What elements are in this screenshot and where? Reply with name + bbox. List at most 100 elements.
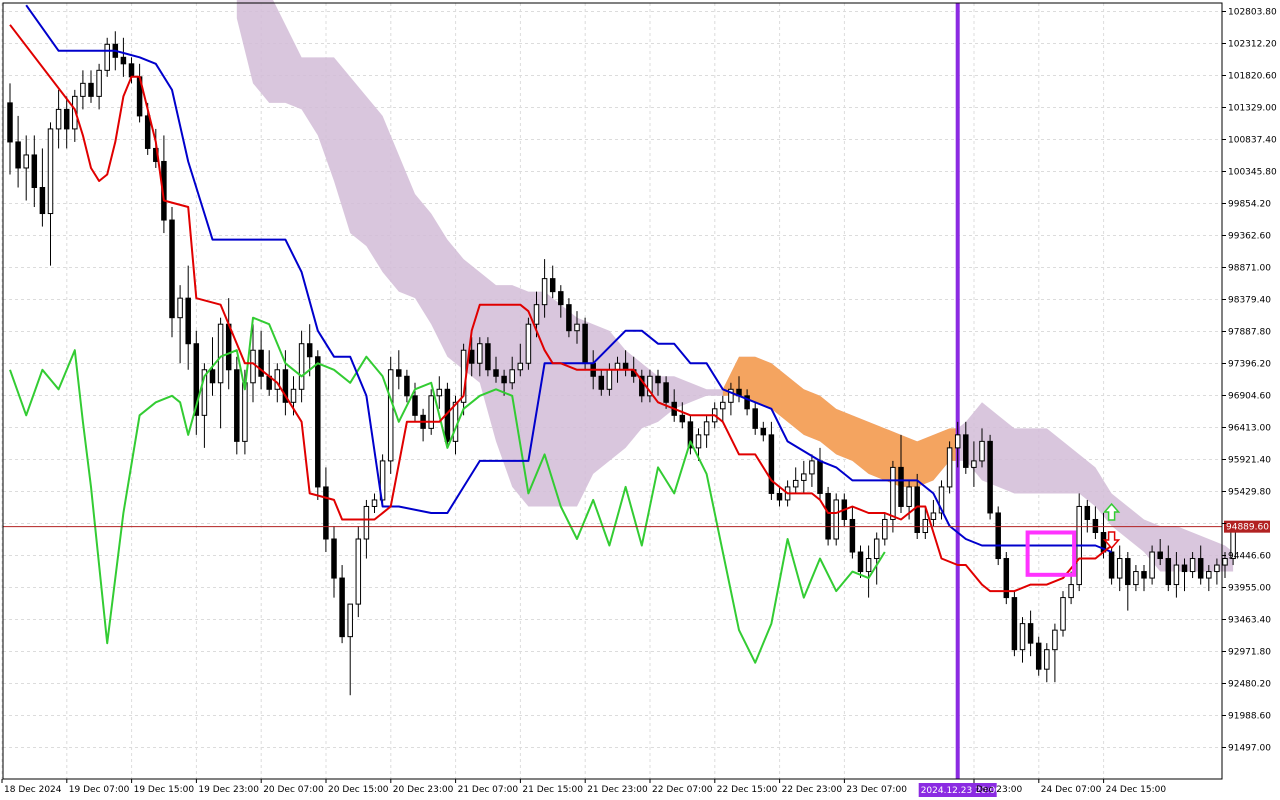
y-tick-label: 94446.60 (1228, 552, 1271, 562)
y-tick-label: 93955.00 (1228, 584, 1271, 594)
candle-body (1052, 629, 1058, 651)
current-price-label: 94889.60 (1226, 523, 1269, 533)
y-tick-label: 100837.40 (1228, 136, 1277, 146)
candle (428, 389, 434, 435)
candle (930, 499, 937, 526)
candle-body (857, 551, 864, 573)
candle-body (128, 63, 135, 78)
candle-body (1181, 564, 1188, 573)
candle-body (104, 43, 110, 71)
candle-body (1011, 597, 1018, 651)
candle-body (1133, 571, 1139, 586)
candle-body (898, 466, 904, 507)
candle-body (15, 141, 21, 169)
candle (760, 421, 767, 442)
candle-body (995, 512, 1001, 560)
candle (7, 83, 13, 175)
y-tick-label: 97396.20 (1228, 360, 1271, 370)
candle-body (120, 56, 127, 65)
candle (703, 415, 710, 448)
y-tick-label: 99854.20 (1228, 200, 1271, 210)
x-tick-label: 19 Dec 15:00 (134, 785, 195, 795)
candle-body (695, 434, 702, 449)
candle-body (1206, 571, 1212, 579)
candle-body (703, 421, 710, 436)
y-tick-label: 98379.40 (1228, 296, 1271, 306)
candle (801, 460, 807, 494)
candle-body (363, 505, 370, 540)
x-tick-label: 18 Dec 2024 (4, 785, 62, 795)
y-tick-label: 95921.40 (1228, 456, 1271, 466)
candle (339, 565, 345, 644)
candle-body (1141, 571, 1147, 579)
candle (47, 122, 54, 266)
candle-body (258, 349, 264, 377)
candle-body (387, 369, 394, 462)
candle (193, 330, 200, 435)
candle-body (663, 382, 669, 403)
candle-body (1214, 564, 1220, 573)
candle-body (347, 603, 353, 638)
candle (995, 506, 1001, 566)
candle (825, 486, 831, 546)
candle-body (849, 518, 856, 553)
candle (849, 506, 856, 559)
candle-body (979, 440, 985, 462)
candle-body (963, 434, 969, 468)
candle (873, 532, 880, 585)
candle-body (7, 102, 13, 143)
candle-body (185, 297, 191, 345)
candle-body (954, 434, 961, 449)
y-tick-label: 102803.80 (1228, 8, 1277, 18)
candle (865, 545, 872, 598)
candle-body (250, 349, 256, 384)
candle-body (169, 219, 175, 319)
candle (23, 135, 29, 201)
kumo-cloud (236, 0, 1234, 572)
candle-body (55, 108, 62, 130)
y-tick-label: 102312.20 (1228, 40, 1277, 50)
candle-body (355, 538, 362, 605)
candle (582, 317, 588, 370)
candle-body (96, 69, 102, 97)
candle-body (1173, 564, 1180, 586)
candle-body (582, 323, 588, 364)
candle (882, 512, 888, 546)
candle-body (768, 434, 775, 494)
candle-body (825, 492, 831, 540)
candle-body (501, 375, 507, 384)
candle-body (436, 388, 443, 397)
candle-body (1165, 558, 1172, 586)
candle-body (930, 512, 937, 520)
candle (720, 395, 726, 422)
candle (1076, 493, 1082, 592)
candle-body (1116, 558, 1123, 579)
arrow-down-icon (1102, 531, 1121, 550)
x-tick-label: 22 Dec 07:00 (652, 785, 713, 795)
candle (31, 135, 38, 208)
candle-body (1222, 558, 1228, 566)
candle-body (331, 538, 337, 579)
candle (404, 369, 410, 403)
candle-body (1197, 558, 1204, 579)
candle-body (371, 499, 378, 507)
highlight-box (1025, 530, 1077, 577)
candle (266, 350, 272, 396)
candle-body (31, 154, 38, 189)
candle-body (1044, 649, 1050, 670)
candle (792, 467, 799, 494)
y-tick-label: 92971.80 (1228, 648, 1271, 658)
y-tick-label: 101329.00 (1228, 104, 1277, 114)
candle (217, 317, 224, 429)
y-tick-label: 96904.60 (1228, 392, 1271, 402)
candle (15, 115, 21, 188)
candle (315, 350, 321, 500)
x-tick-label: 23 Dec 07:00 (846, 785, 907, 795)
candle-body (290, 388, 297, 403)
x-tick-label: 24 Dec 15:00 (1106, 785, 1167, 795)
candle-body (80, 82, 86, 97)
candle-body (509, 369, 515, 384)
candle (1092, 506, 1099, 540)
candle (363, 499, 370, 559)
candle-body (63, 108, 70, 130)
